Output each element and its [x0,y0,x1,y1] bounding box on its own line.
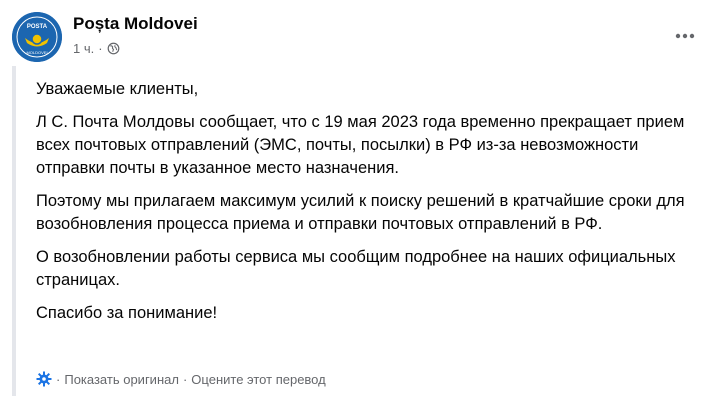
post-text: Уважаемые клиенты, Л С. Почта Молдовы со… [36,78,696,335]
svg-text:POSTA: POSTA [27,24,48,30]
post-time[interactable]: 1 ч. [73,41,94,56]
post-meta: 1 ч. · [73,41,120,56]
page-name[interactable]: Poșta Moldovei [73,14,198,34]
paragraph-3: О возобновлении работы сервиса мы сообщи… [36,248,676,289]
gear-icon[interactable] [36,371,52,387]
more-horizontal-icon [675,33,695,39]
translation-separator-2: · [182,371,188,387]
post-content: Уважаемые клиенты, Л С. Почта Молдовы со… [12,66,712,396]
page-avatar[interactable]: POSTA MOLDOVEI [12,12,62,62]
post-header: POSTA MOLDOVEI Poșta Moldovei 1 ч. · [12,10,711,66]
closing: Спасибо за понимание! [36,304,218,322]
rate-translation-link[interactable]: Оцените этот перевод [191,372,325,387]
meta-separator: · [98,41,103,56]
greeting: Уважаемые клиенты, [36,80,199,98]
svg-text:MOLDOVEI: MOLDOVEI [26,50,47,55]
quote-bar [12,66,16,396]
translation-bar: · Показать оригинал · Оцените этот перев… [36,371,326,387]
post-menu-button[interactable] [667,18,703,54]
globe-icon[interactable] [107,42,120,55]
paragraph-2: Поэтому мы прилагаем максимум усилий к п… [36,192,685,233]
show-original-link[interactable]: Показать оригинал [64,372,179,387]
translation-separator: · [56,371,61,387]
posta-logo: POSTA MOLDOVEI [12,12,62,62]
paragraph-1: Л С. Почта Молдовы сообщает, что с 19 ма… [36,113,685,177]
